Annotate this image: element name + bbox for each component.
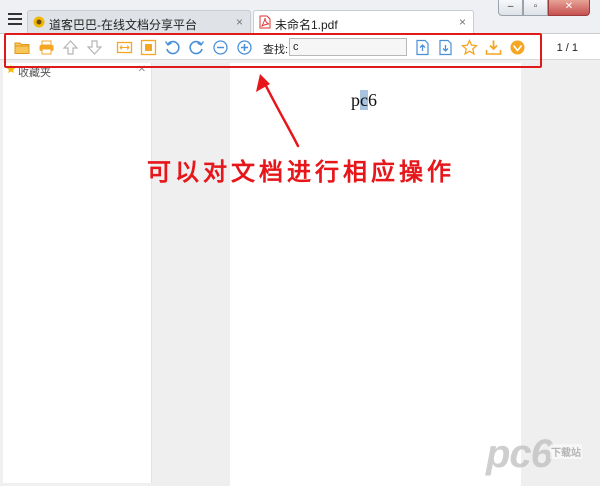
menu-icon[interactable] bbox=[8, 13, 22, 25]
next-page-button[interactable] bbox=[86, 39, 103, 56]
minimize-icon: – bbox=[507, 1, 514, 12]
full-screen-button[interactable] bbox=[140, 39, 157, 56]
favorite-button[interactable] bbox=[461, 39, 478, 56]
tab-doc88[interactable]: 道客巴巴-在线文档分享平台 × bbox=[27, 10, 251, 34]
title-bar: 道客巴巴-在线文档分享平台 × 未命名1.pdf × – ▫ ✕ bbox=[0, 0, 600, 35]
window-controls: – ▫ ✕ bbox=[498, 0, 590, 18]
download-button[interactable] bbox=[485, 39, 502, 56]
sidebar-title: 收藏夹 bbox=[18, 67, 51, 79]
find-next-icon bbox=[439, 39, 452, 56]
sidebar-header: 收藏夹 ✕ bbox=[3, 63, 151, 79]
download-icon bbox=[485, 40, 502, 55]
minimize-button[interactable]: – bbox=[498, 0, 523, 16]
vip-button[interactable] bbox=[509, 39, 526, 56]
rotate-left-icon bbox=[164, 40, 180, 55]
previous-page-button[interactable] bbox=[62, 39, 79, 56]
watermark-logo: pc6 bbox=[486, 432, 553, 476]
find-previous-button[interactable] bbox=[414, 39, 431, 56]
maximize-button[interactable]: ▫ bbox=[523, 0, 548, 16]
zoom-out-button[interactable] bbox=[212, 39, 229, 56]
full-screen-icon bbox=[140, 39, 157, 56]
tab-label: 道客巴巴-在线文档分享平台 bbox=[49, 18, 197, 32]
search-input[interactable] bbox=[289, 38, 407, 56]
tab-label: 未命名1.pdf bbox=[275, 18, 338, 32]
page-indicator: 1 / 1 bbox=[556, 42, 578, 54]
star-icon bbox=[6, 64, 16, 74]
watermark-sub: 下载站 bbox=[550, 444, 582, 459]
doc88-logo-icon bbox=[33, 16, 45, 28]
print-button[interactable] bbox=[38, 39, 55, 56]
favorite-star-icon bbox=[461, 39, 478, 56]
close-icon[interactable]: ✕ bbox=[138, 64, 146, 75]
maximize-icon: ▫ bbox=[533, 1, 538, 12]
zoom-out-icon bbox=[213, 40, 228, 55]
tab-pdf[interactable]: 未命名1.pdf × bbox=[253, 10, 474, 35]
close-icon[interactable]: × bbox=[459, 15, 466, 29]
text-run: p bbox=[351, 90, 360, 110]
pdf-file-icon bbox=[259, 15, 271, 29]
search-label: 查找: bbox=[263, 44, 289, 56]
search-highlight: c bbox=[360, 90, 368, 110]
close-window-button[interactable]: ✕ bbox=[548, 0, 590, 16]
open-folder-button[interactable] bbox=[14, 39, 31, 56]
find-previous-icon bbox=[416, 39, 429, 56]
rotate-right-button[interactable] bbox=[188, 39, 205, 56]
vip-icon bbox=[510, 40, 525, 55]
close-icon: ✕ bbox=[564, 1, 574, 12]
fit-width-icon bbox=[116, 41, 133, 54]
annotation-caption: 可以对文档进行相应操作 bbox=[147, 158, 455, 186]
zoom-in-button[interactable] bbox=[236, 39, 253, 56]
pc6-watermark: pc6 下载站 bbox=[486, 432, 594, 478]
print-icon bbox=[39, 40, 54, 55]
close-icon[interactable]: × bbox=[236, 15, 243, 29]
find-next-button[interactable] bbox=[437, 39, 454, 56]
zoom-in-icon bbox=[237, 40, 252, 55]
toolbar: 查找: 1 / 1 bbox=[0, 34, 600, 60]
text-run: 6 bbox=[368, 90, 377, 110]
fit-width-button[interactable] bbox=[116, 39, 133, 56]
page-text: pc6 bbox=[351, 90, 377, 111]
open-folder-icon bbox=[14, 42, 30, 54]
rotate-right-icon bbox=[189, 40, 205, 55]
favorites-sidebar: 收藏夹 ✕ bbox=[3, 63, 152, 483]
pdf-page[interactable]: pc6 bbox=[230, 63, 521, 486]
previous-page-icon bbox=[62, 40, 79, 55]
rotate-left-button[interactable] bbox=[164, 39, 181, 56]
next-page-icon bbox=[86, 40, 103, 55]
